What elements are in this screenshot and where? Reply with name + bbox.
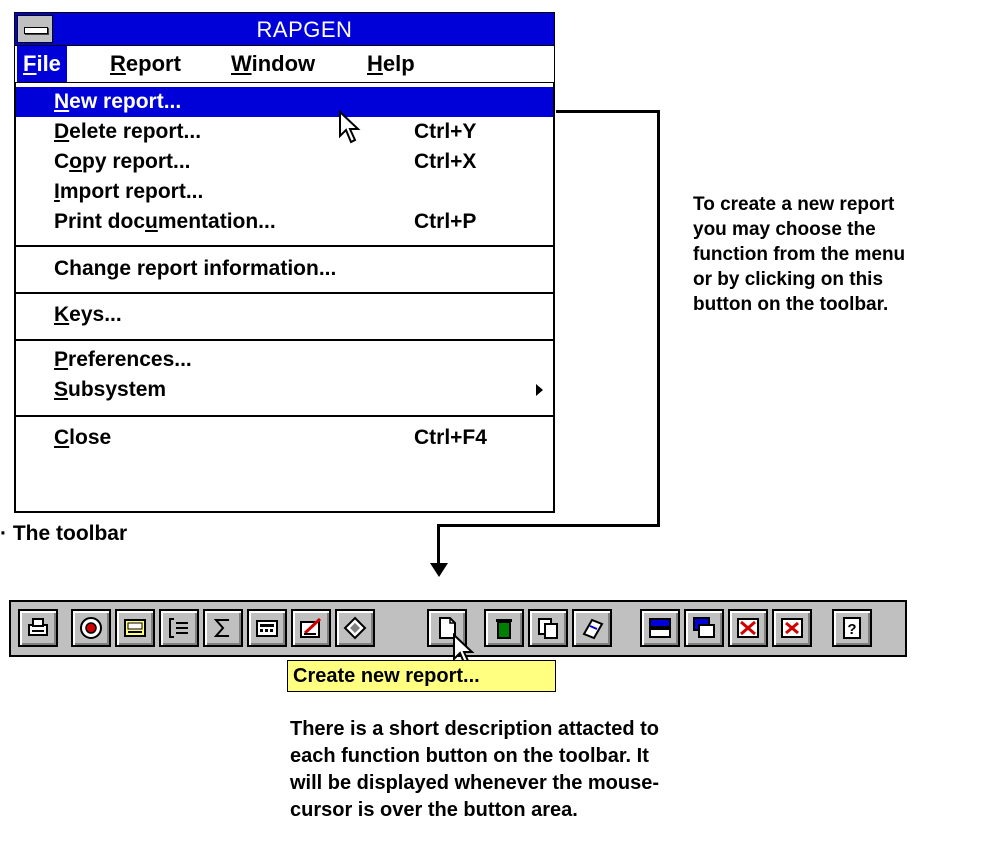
window-title: RAPGEN <box>256 17 353 42</box>
calculator-button[interactable] <box>247 609 287 647</box>
diamond-icon <box>343 616 367 640</box>
connector-line <box>657 110 660 527</box>
ab-field-icon <box>124 619 146 637</box>
bracket-list-icon <box>169 618 188 638</box>
menu-item-delete-report[interactable]: Delete report... Ctrl+Y <box>16 117 553 147</box>
print-button[interactable] <box>18 609 58 647</box>
import-report-button[interactable] <box>572 609 612 647</box>
connector-line <box>437 524 440 566</box>
menu-item-keys[interactable]: Keys... <box>16 300 553 330</box>
chart-edit-icon <box>300 617 322 638</box>
menu-separator <box>16 415 553 417</box>
menu-separator <box>16 292 553 294</box>
menu-separator <box>16 245 553 247</box>
menu-item-close[interactable]: Close Ctrl+F4 <box>16 423 553 453</box>
mouse-cursor-icon <box>339 110 361 144</box>
menu-item-import-report[interactable]: Import report... <box>16 177 553 207</box>
menu-window[interactable]: Window <box>225 46 321 82</box>
import-icon <box>582 618 604 640</box>
help-button[interactable]: ? <box>832 609 872 647</box>
menu-item-preferences[interactable]: Preferences... <box>16 345 553 375</box>
menu-report[interactable]: Report <box>104 46 187 82</box>
copy-report-button[interactable] <box>528 609 568 647</box>
ab-field-button[interactable] <box>115 609 155 647</box>
menu-item-change-report-information[interactable]: Change report information... <box>16 254 553 284</box>
menu-bar: File Report Window Help <box>14 46 555 82</box>
tile-icon <box>649 618 671 638</box>
trash-icon <box>496 619 512 639</box>
toolbar-caption: · The toolbar <box>0 522 128 545</box>
tile-button[interactable] <box>640 609 680 647</box>
bracket-list-button[interactable] <box>159 609 199 647</box>
cascade-button[interactable] <box>684 609 724 647</box>
diamond-button[interactable] <box>335 609 375 647</box>
rapgen-window: RAPGEN File Report Window Help New repor… <box>14 12 555 513</box>
title-bar: RAPGEN <box>14 12 555 46</box>
target-button[interactable] <box>71 609 111 647</box>
help-icon: ? <box>843 617 861 639</box>
system-menu-button[interactable] <box>17 15 53 43</box>
menu-item-new-report[interactable]: New report... <box>16 87 553 117</box>
printer-icon <box>28 618 48 636</box>
menu-item-copy-report[interactable]: Copy report... Ctrl+X <box>16 147 553 177</box>
toolbar-tooltip: Create new report... <box>287 660 556 692</box>
chart-edit-button[interactable] <box>291 609 331 647</box>
close-all-button[interactable] <box>728 609 768 647</box>
arrow-down-icon <box>430 563 448 577</box>
menu-file[interactable]: File <box>17 46 67 82</box>
svg-text:?: ? <box>847 621 856 638</box>
close-window-button[interactable] <box>772 609 812 647</box>
connector-line <box>556 110 660 113</box>
bottom-annotation: There is a short description attacted to… <box>290 718 659 821</box>
menu-item-print-documentation[interactable]: Print documentation... Ctrl+P <box>16 207 553 237</box>
submenu-arrow-icon <box>536 384 543 396</box>
close-all-icon <box>737 618 759 638</box>
sigma-icon <box>213 619 229 637</box>
connector-line <box>438 524 660 527</box>
copy-icon <box>538 618 558 639</box>
delete-report-button[interactable] <box>484 609 524 647</box>
close-window-icon <box>781 618 803 638</box>
file-dropdown-menu: New report... Delete report... Ctrl+Y Co… <box>14 82 555 513</box>
right-annotation: To create a new report you may choose th… <box>693 194 906 315</box>
menu-item-subsystem[interactable]: Subsystem <box>16 375 553 405</box>
sum-button[interactable] <box>203 609 243 647</box>
menu-separator <box>16 339 553 341</box>
calculator-icon <box>256 620 278 637</box>
cascade-icon <box>693 617 715 638</box>
target-icon <box>80 617 102 639</box>
menu-help[interactable]: Help <box>361 46 421 82</box>
